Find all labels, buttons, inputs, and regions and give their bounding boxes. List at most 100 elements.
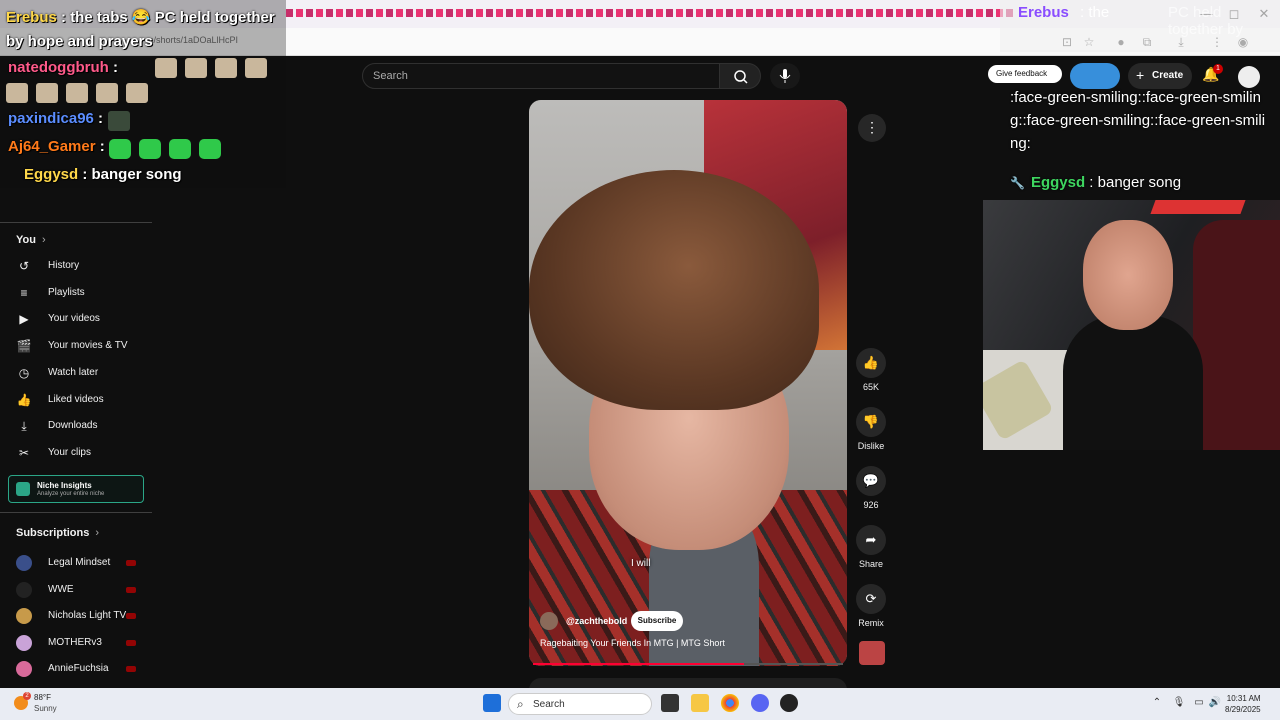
short-video-player[interactable] — [529, 100, 847, 666]
subscription-item[interactable]: WWE — [0, 577, 152, 603]
sidebar-item-label: Watch later — [48, 366, 99, 378]
sidebar-item-downloads[interactable]: ⤓ Downloads — [0, 413, 152, 439]
chat-emote-icon — [215, 58, 237, 78]
sidebar-item-your-videos[interactable]: ▶ Your videos — [0, 306, 152, 332]
sidebar-item-your-movies-tv[interactable]: 🎬 Your movies & TV — [0, 333, 152, 359]
download-icon: ⤓ — [21, 419, 27, 434]
webcam-chair — [1193, 220, 1280, 450]
weather-temperature[interactable]: 88°F — [34, 693, 51, 702]
subscribe-button[interactable]: Subscribe — [631, 611, 683, 631]
weather-condition[interactable]: Sunny — [34, 704, 57, 713]
webcam-person-head — [1083, 220, 1173, 330]
niche-insights-logo — [16, 482, 30, 496]
sidebar-item-your-clips[interactable]: ✂ Your clips — [0, 440, 152, 466]
weather-alert-badge: 2 — [23, 692, 31, 700]
volume-icon[interactable]: 🔊 — [1208, 697, 1222, 711]
right-chat-emote-text: :face-green-smiling::face-green-smiling:… — [1010, 89, 1266, 152]
movies-icon: 🎬 — [16, 339, 32, 354]
clock-icon: ◷ — [18, 365, 30, 380]
video-caption: I will — [631, 558, 651, 569]
subscription-name: Nicholas Light TV — [48, 610, 127, 622]
remix-sound-thumbnail[interactable] — [859, 641, 885, 665]
chat-emote-icon — [6, 83, 28, 103]
65k-action[interactable]: 👍 65K — [851, 348, 891, 392]
niche-insights-banner[interactable]: Niche Insights Analyze your entire niche — [8, 475, 144, 503]
share-icon[interactable]: ➦ — [856, 525, 886, 555]
chat-emote-icon — [96, 83, 118, 103]
task-view-icon[interactable] — [661, 694, 679, 712]
microphone-tray-icon[interactable]: 🎙 — [1172, 697, 1186, 711]
chat-text: : banger song — [78, 166, 182, 183]
subscription-item[interactable]: AnnieFuchsia — [0, 656, 152, 682]
chat-emote-icon — [109, 139, 131, 159]
niche-insights-subtitle: Analyze your entire niche — [37, 491, 105, 497]
sidebar-divider — [0, 222, 152, 223]
sidebar-item-history[interactable]: ↺ History — [0, 253, 152, 279]
subscription-name: WWE — [48, 583, 74, 595]
chat-username: Eggysd — [24, 166, 79, 183]
chevron-up-icon[interactable]: ⌃ — [1150, 697, 1164, 711]
subscription-item[interactable]: MOTHERv3 — [0, 630, 152, 656]
taskbar-search-label: Search — [533, 699, 565, 710]
mic-icon — [779, 69, 791, 83]
chat-emote-icon — [36, 83, 58, 103]
webcam-person — [1063, 220, 1203, 450]
like-icon[interactable]: 👍 — [856, 348, 886, 378]
sidebar-item-liked-videos[interactable]: 👍 Liked videos — [0, 387, 152, 413]
channel-avatar[interactable] — [540, 612, 558, 630]
sidebar-item-label: Your clips — [48, 446, 91, 458]
system-clock[interactable]: 10:31 AM 8/29/2025 — [1225, 693, 1261, 715]
subscription-name: MOTHERv3 — [48, 636, 102, 648]
overlay-ghost-chat: Erebus : the PC held together by — [1000, 0, 1280, 52]
comment-icon[interactable]: 💬 — [856, 466, 886, 496]
give-feedback-button[interactable]: Give feedback — [988, 65, 1062, 83]
discord-icon[interactable] — [751, 694, 769, 712]
dislike-action[interactable]: 👎 Dislike — [851, 407, 891, 451]
search-input[interactable]: Search — [362, 63, 720, 89]
video-progress-bar[interactable] — [533, 663, 843, 665]
action-label: Share — [858, 559, 884, 569]
chat-emote-icon — [199, 139, 221, 159]
thumbs-up-icon: 👍 — [16, 392, 32, 407]
you-heading-label: You — [16, 234, 36, 246]
you-heading[interactable]: You › — [16, 234, 46, 246]
right-chat-username: Eggysd — [1030, 174, 1086, 191]
notification-count-badge: 1 — [1213, 64, 1223, 74]
short-title[interactable]: Ragebaiting Your Friends In MTG | MTG Sh… — [540, 638, 725, 648]
ghost-username: Erebus — [1018, 4, 1069, 21]
top-chat-message: Erebus : the tabs 😂 PC held together by … — [6, 6, 286, 54]
your-videos-icon: ▶ — [19, 312, 29, 327]
account-avatar[interactable] — [1238, 66, 1260, 88]
obs-icon[interactable] — [780, 694, 798, 712]
file-explorer-icon[interactable] — [691, 694, 709, 712]
windows-start-icon[interactable] — [483, 694, 501, 712]
search-button[interactable] — [719, 63, 761, 89]
chrome-icon[interactable] — [721, 694, 739, 712]
subscription-item[interactable]: Legal Mindset — [0, 550, 152, 576]
voice-search-button[interactable] — [770, 63, 800, 89]
subscriptions-heading[interactable]: Subscriptions › — [16, 527, 99, 539]
action-label: Dislike — [857, 441, 885, 451]
subscriptions-heading-label: Subscriptions — [16, 527, 90, 539]
sidebar-item-label: Your videos — [48, 313, 100, 325]
sidebar-item-watch-later[interactable]: ◷ Watch later — [0, 360, 152, 386]
display-tray-icon[interactable]: ▭ — [1192, 697, 1206, 711]
chevron-right-icon: › — [95, 527, 100, 539]
history-icon: ↺ — [18, 259, 30, 273]
tab-row[interactable] — [286, 9, 1016, 17]
taskbar-search-box[interactable]: ⌕ Search — [508, 693, 652, 715]
sidebar-item-playlists[interactable]: ≡ Playlists — [0, 280, 152, 306]
remix-action[interactable]: ⟳ Remix — [851, 584, 891, 628]
plus-icon: + — [1136, 67, 1145, 83]
926-action[interactable]: 💬 926 — [851, 466, 891, 510]
dislike-icon[interactable]: 👎 — [856, 407, 886, 437]
wrench-icon: 🔧 — [1010, 176, 1025, 190]
chat-emote-icon — [155, 58, 177, 78]
share-action[interactable]: ➦ Share — [851, 525, 891, 569]
subscription-item[interactable]: Nicholas Light TV — [0, 603, 152, 629]
more-options-button[interactable]: ⋮ — [858, 114, 886, 142]
remix-icon[interactable]: ⟳ — [856, 584, 886, 614]
chat-text: : — [108, 59, 118, 76]
channel-name[interactable]: @zachthebold — [566, 616, 627, 626]
channel-avatar — [16, 555, 32, 571]
